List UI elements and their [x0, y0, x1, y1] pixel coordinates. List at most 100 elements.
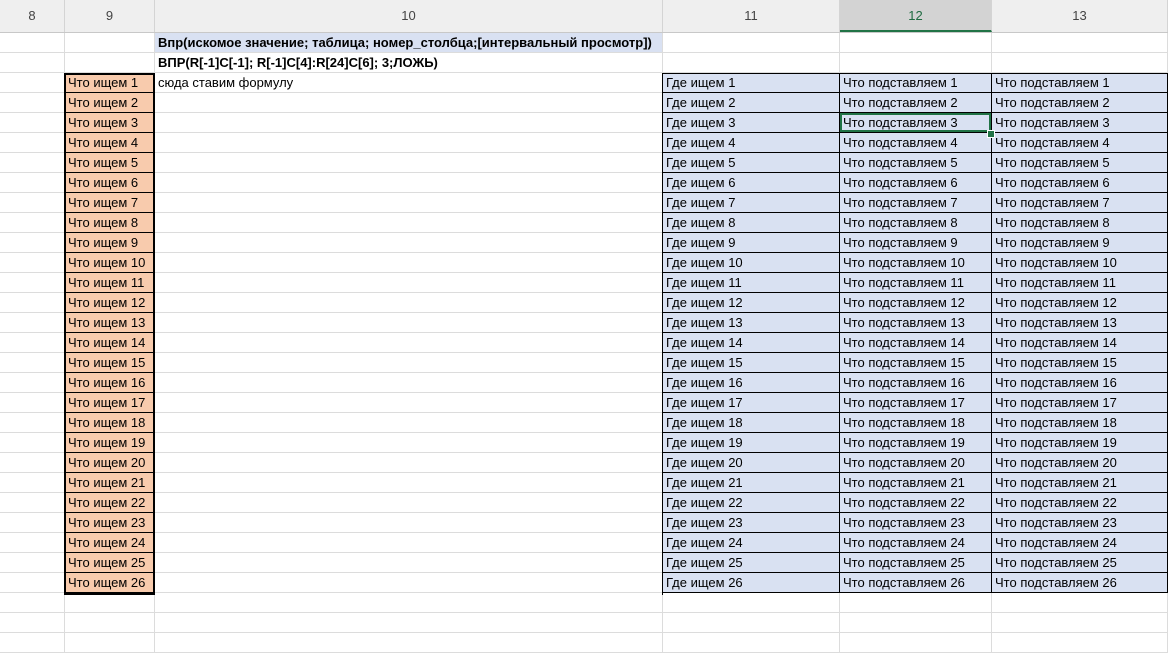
- column-header-10[interactable]: 10: [155, 0, 663, 32]
- cell[interactable]: [155, 593, 663, 613]
- cell[interactable]: [0, 493, 65, 513]
- search-value-cell[interactable]: Что ищем 5: [65, 153, 155, 173]
- substitute-value-cell[interactable]: Что подставляем 16: [992, 373, 1168, 393]
- lookup-key-cell[interactable]: Где ищем 6: [663, 173, 840, 193]
- substitute-value-cell[interactable]: Что подставляем 20: [840, 453, 992, 473]
- substitute-value-cell[interactable]: Что подставляем 4: [840, 133, 992, 153]
- substitute-value-cell[interactable]: Что подставляем 15: [992, 353, 1168, 373]
- lookup-key-cell[interactable]: Где ищем 16: [663, 373, 840, 393]
- lookup-key-cell[interactable]: Где ищем 3: [663, 113, 840, 133]
- cell[interactable]: [840, 53, 992, 73]
- search-value-cell[interactable]: Что ищем 11: [65, 273, 155, 293]
- substitute-value-cell[interactable]: Что подставляем 5: [992, 153, 1168, 173]
- vlookup-syntax-cell[interactable]: Впр(искомое значение; таблица; номер_сто…: [155, 33, 663, 53]
- substitute-value-cell[interactable]: Что подставляем 6: [992, 173, 1168, 193]
- substitute-value-cell[interactable]: Что подставляем 25: [992, 553, 1168, 573]
- cell[interactable]: [0, 453, 65, 473]
- substitute-value-cell[interactable]: Что подставляем 2: [992, 93, 1168, 113]
- cell[interactable]: [0, 533, 65, 553]
- substitute-value-cell[interactable]: Что подставляем 9: [992, 233, 1168, 253]
- cell[interactable]: [0, 573, 65, 593]
- cell[interactable]: [0, 413, 65, 433]
- substitute-value-cell[interactable]: Что подставляем 18: [992, 413, 1168, 433]
- cell[interactable]: [0, 53, 65, 73]
- cell[interactable]: [155, 553, 663, 573]
- search-value-cell[interactable]: Что ищем 15: [65, 353, 155, 373]
- cell[interactable]: [155, 393, 663, 413]
- cell[interactable]: [155, 573, 663, 593]
- cell[interactable]: [0, 253, 65, 273]
- search-value-cell[interactable]: Что ищем 18: [65, 413, 155, 433]
- vlookup-formula-cell[interactable]: ВПР(R[-1]C[-1]; R[-1]C[4]:R[24]C[6]; 3;Л…: [155, 53, 663, 73]
- substitute-value-cell[interactable]: Что подставляем 12: [992, 293, 1168, 313]
- lookup-key-cell[interactable]: Где ищем 9: [663, 233, 840, 253]
- cell[interactable]: [0, 273, 65, 293]
- column-header-9[interactable]: 9: [65, 0, 155, 32]
- cell[interactable]: [0, 433, 65, 453]
- cell[interactable]: [155, 273, 663, 293]
- substitute-value-cell[interactable]: Что подставляем 25: [840, 553, 992, 573]
- substitute-value-cell[interactable]: Что подставляем 8: [992, 213, 1168, 233]
- search-value-cell[interactable]: Что ищем 9: [65, 233, 155, 253]
- search-value-cell[interactable]: Что ищем 17: [65, 393, 155, 413]
- substitute-value-cell[interactable]: Что подставляем 14: [840, 333, 992, 353]
- cell[interactable]: [0, 513, 65, 533]
- substitute-value-cell[interactable]: Что подставляем 16: [840, 373, 992, 393]
- substitute-value-cell[interactable]: Что подставляем 5: [840, 153, 992, 173]
- cell[interactable]: [155, 193, 663, 213]
- cell[interactable]: [65, 613, 155, 633]
- cell[interactable]: [155, 373, 663, 393]
- lookup-key-cell[interactable]: Где ищем 7: [663, 193, 840, 213]
- cell[interactable]: [0, 353, 65, 373]
- cell[interactable]: [155, 333, 663, 353]
- cell[interactable]: [0, 73, 65, 93]
- cell[interactable]: [0, 373, 65, 393]
- cell[interactable]: [0, 633, 65, 653]
- cell[interactable]: [0, 593, 65, 613]
- cell[interactable]: [155, 253, 663, 273]
- cell[interactable]: [155, 413, 663, 433]
- lookup-key-cell[interactable]: Где ищем 19: [663, 433, 840, 453]
- cell[interactable]: [155, 213, 663, 233]
- cell[interactable]: [992, 33, 1168, 53]
- substitute-value-cell[interactable]: Что подставляем 23: [840, 513, 992, 533]
- substitute-value-cell[interactable]: Что подставляем 10: [840, 253, 992, 273]
- cell[interactable]: [0, 193, 65, 213]
- substitute-value-cell[interactable]: Что подставляем 24: [840, 533, 992, 553]
- substitute-value-cell[interactable]: Что подставляем 26: [992, 573, 1168, 593]
- lookup-key-cell[interactable]: Где ищем 13: [663, 313, 840, 333]
- cell[interactable]: [0, 93, 65, 113]
- lookup-key-cell[interactable]: Где ищем 23: [663, 513, 840, 533]
- search-value-cell[interactable]: Что ищем 25: [65, 553, 155, 573]
- substitute-value-cell[interactable]: Что подставляем 21: [992, 473, 1168, 493]
- cell[interactable]: [0, 553, 65, 573]
- lookup-key-cell[interactable]: Где ищем 4: [663, 133, 840, 153]
- cell[interactable]: [0, 333, 65, 353]
- lookup-key-cell[interactable]: Где ищем 24: [663, 533, 840, 553]
- lookup-key-cell[interactable]: Где ищем 22: [663, 493, 840, 513]
- substitute-value-cell[interactable]: Что подставляем 1: [840, 73, 992, 93]
- substitute-value-cell[interactable]: Что подставляем 11: [992, 273, 1168, 293]
- cell[interactable]: [155, 153, 663, 173]
- cell[interactable]: [840, 33, 992, 53]
- lookup-key-cell[interactable]: Где ищем 25: [663, 553, 840, 573]
- substitute-value-cell[interactable]: Что подставляем 2: [840, 93, 992, 113]
- substitute-value-cell[interactable]: Что подставляем 3: [992, 113, 1168, 133]
- lookup-key-cell[interactable]: Где ищем 2: [663, 93, 840, 113]
- cell[interactable]: [0, 153, 65, 173]
- search-value-cell[interactable]: Что ищем 7: [65, 193, 155, 213]
- cell[interactable]: [0, 233, 65, 253]
- search-value-cell[interactable]: Что ищем 4: [65, 133, 155, 153]
- cell[interactable]: [992, 633, 1168, 653]
- column-header-13[interactable]: 13: [992, 0, 1168, 32]
- cell[interactable]: [155, 633, 663, 653]
- fill-handle[interactable]: [987, 130, 995, 138]
- cell[interactable]: [992, 613, 1168, 633]
- lookup-key-cell[interactable]: Где ищем 18: [663, 413, 840, 433]
- substitute-value-cell[interactable]: Что подставляем 9: [840, 233, 992, 253]
- search-value-cell[interactable]: Что ищем 23: [65, 513, 155, 533]
- search-value-cell[interactable]: Что ищем 16: [65, 373, 155, 393]
- substitute-value-cell[interactable]: Что подставляем 23: [992, 513, 1168, 533]
- lookup-key-cell[interactable]: Где ищем 26: [663, 573, 840, 593]
- search-value-cell[interactable]: Что ищем 13: [65, 313, 155, 333]
